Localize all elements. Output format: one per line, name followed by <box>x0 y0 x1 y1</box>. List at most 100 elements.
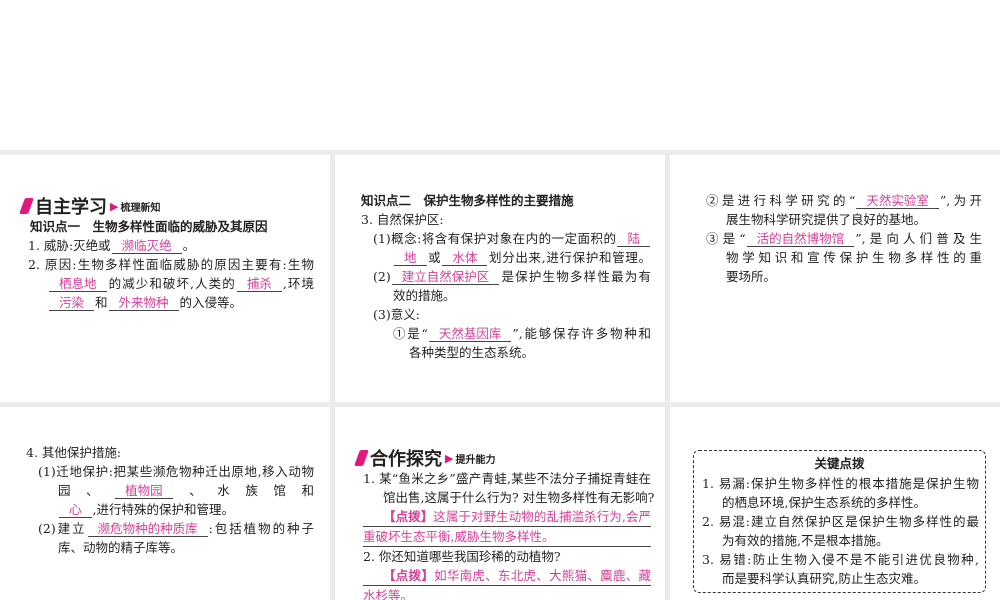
text-segment: ①是“ <box>393 326 428 341</box>
text-segment: ②是进行科学研究的“ <box>706 193 856 208</box>
hint-answer-text: 水杉等。 <box>363 588 414 600</box>
text-segment: 的减少和破坏,人类的 <box>107 276 236 291</box>
section-title: 自主学习 <box>35 197 107 218</box>
text-segment: 和 <box>95 295 108 310</box>
text-line: 3. 自然保护区: <box>361 210 651 229</box>
fill-blank-answer: 污染 <box>49 295 95 311</box>
text-segment: 效的措施。 <box>393 288 456 303</box>
text-line: 4. 其他保护措施: <box>26 443 314 462</box>
fill-blank-answer: 濒临灭绝 <box>111 238 182 254</box>
panel-other-measures: 4. 其他保护措施: (1)迁地保护:把某些濒危物种迁出原地,移入动物园、 植物园、… <box>0 407 330 600</box>
fill-blank-answer: 活的自然博物馆 <box>746 231 855 247</box>
text-line: ②是进行科学研究的“ 天然实验室 ”,为开 <box>706 191 982 210</box>
text-segment: (2)建立 <box>38 521 87 536</box>
text-segment: 或 <box>427 250 442 265</box>
text-line: 地或水体 划分出来,进行保护和管理。 <box>361 248 651 267</box>
panel-cooperative-inquiry: 合作探究 ▶ 提升能力 1. 某“鱼米之乡”盛产青蛙,某些不法分子捕捉青蛙在餐馆… <box>335 407 665 600</box>
text-segment: 划分出来,进行保护和管理。 <box>488 250 651 265</box>
text-line: 的栖息环境,保护生态系统的多样性。 <box>702 493 979 512</box>
text-line: 心 ,进行特殊的保护和管理。 <box>26 500 314 519</box>
text-segment: 物学知识和宣传保护生物多样性的重 <box>726 250 982 265</box>
text-segment: 3. 自然保护区: <box>361 212 444 227</box>
text-line: 栖息地 的减少和破坏,人类的 捕杀 ,环境 <box>28 274 314 293</box>
hint-answer-text: 重破坏生态平衡,威胁生物多样性。 <box>363 529 555 544</box>
text-segment: 2. 原因:生物多样性面临威胁的原因主要有:生物 <box>28 257 314 272</box>
text-line: 3. 易错:防止生物入侵不是不能引进优良物种, <box>702 550 979 569</box>
text-segment: 1. 某“鱼米之乡”盛产青蛙,某些不法分子捕捉青蛙在餐 <box>363 471 651 486</box>
hint-answer-text: 这属于对野生动物的乱捕滥杀行为,会严 <box>433 509 651 524</box>
panel-significance-continued: ②是进行科学研究的“ 天然实验室 ”,为开 展生物科学研究提供了良好的基地。 ③是“ 活的… <box>670 155 1000 402</box>
fill-blank-answer: 外来物种 <box>108 295 179 311</box>
text-line: 各种类型的生态系统。 <box>361 343 651 362</box>
text-segment: 3. 易错:防止生物入侵不是不能引进优良物种, <box>702 552 979 567</box>
section-subtitle: 提升能力 <box>455 454 496 466</box>
text-segment: 各种类型的生态系统。 <box>409 345 535 360</box>
fill-blank-answer: 植物园 <box>115 483 173 499</box>
fill-blank-answer: 心 <box>59 502 92 518</box>
text-line: (2)建立 濒危物种的种质库:包括植物的种子 <box>26 519 314 538</box>
text-line: 为有效的措施,不是根本措施。 <box>702 531 979 550</box>
knowledge-point-title: 知识点二 保护生物多样性的主要措施 <box>361 193 574 208</box>
text-line: 馆出售,这属于什么行为? 对生物多样性有无影响? <box>363 488 655 507</box>
answer-line: 重破坏生态平衡,威胁生物多样性。 <box>363 527 651 547</box>
text-segment: ”,是向人们普及生 <box>855 231 982 246</box>
text-segment: 而是要科学认真研究,防止生态灾难。 <box>722 571 926 586</box>
text-line: 要场所。 <box>706 267 982 286</box>
text-line: 库、动物的精子库等。 <box>26 538 314 557</box>
section-subtitle: 梳理新知 <box>120 202 161 214</box>
text-line: 园、植物园、水族馆和濒危动物繁育中 <box>26 481 314 500</box>
hint-tag: 【点拨】 <box>383 509 434 524</box>
section-title: 合作探究 <box>370 449 442 470</box>
text-segment: 园、 <box>58 483 115 498</box>
key-tips-title: 关键点拨 <box>814 456 865 471</box>
key-tips-box: 关键点拨 1. 易漏:保护生物多样性的根本措施是保护生物的栖息环境,保护生态系统… <box>693 450 986 593</box>
pink-flag-icon <box>19 198 34 214</box>
fill-blank-answer: 栖息地 <box>49 276 107 292</box>
text-segment: ,进行特殊的保护和管理。 <box>92 502 234 517</box>
text-segment: :包括植物的种子 <box>208 521 314 536</box>
fill-blank-answer: 捕杀 <box>236 276 282 292</box>
text-line: 2. 原因:生物多样性面临威胁的原因主要有:生物 <box>28 255 314 274</box>
text-segment: (1)迁地保护:把某些濒危物种迁出原地,移入动物 <box>38 464 314 479</box>
section-header: 自主学习 ▶ 梳理新知 <box>19 195 314 218</box>
fill-blank-answer: 濒危物种的种质库 <box>87 521 208 537</box>
text-segment: 2. 你还知道哪些我国珍稀的动植物? <box>363 549 561 564</box>
answer-line: 水杉等。 <box>363 586 651 600</box>
text-line: 效的措施。 <box>361 286 651 305</box>
text-line: 物学知识和宣传保护生物多样性的重 <box>706 248 982 267</box>
fill-blank-answer: 地 <box>394 250 427 266</box>
panel-knowledge-point-two: 知识点二 保护生物多样性的主要措施 3. 自然保护区: (1)概念:将含有保护对象… <box>335 155 665 402</box>
text-segment: 的栖息环境,保护生态系统的多样性。 <box>722 495 926 510</box>
text-segment: 馆出售,这属于什么行为? 对生物多样性有无影响? <box>383 490 655 505</box>
section-header: 合作探究 ▶ 提升能力 <box>354 447 651 470</box>
text-line: 1. 易漏:保护生物多样性的根本措施是保护生物 <box>702 474 979 493</box>
text-segment: 4. 其他保护措施: <box>26 445 122 460</box>
panel-key-tips: 关键点拨 1. 易漏:保护生物多样性的根本措施是保护生物的栖息环境,保护生态系统… <box>670 407 1000 600</box>
text-line: 2. 易混:建立自然保护区是保护生物多样性的最 <box>702 512 979 531</box>
text-segment: 2. 易混:建立自然保护区是保护生物多样性的最 <box>702 514 979 529</box>
text-line: 污染和外来物种 的入侵等。 <box>28 293 314 312</box>
text-segment: ”,为开 <box>939 193 982 208</box>
text-line: 而是要科学认真研究,防止生态灾难。 <box>702 569 979 588</box>
text-line: 展生物科学研究提供了良好的基地。 <box>706 210 982 229</box>
text-segment: ③是“ <box>706 231 746 246</box>
text-line: ①是“ 天然基因库 ”,能够保存许多物种和 <box>361 324 651 343</box>
pink-flag-icon <box>354 450 369 466</box>
text-line: (3)意义: <box>361 305 651 324</box>
fill-blank-answer: 水体 <box>442 250 488 266</box>
text-segment: ”,能够保存许多物种和 <box>512 326 651 341</box>
text-segment: 、水族馆和 <box>173 483 314 498</box>
knowledge-point-title: 知识点一 生物多样性面临的威胁及其原因 <box>30 219 268 234</box>
answer-line: 【点拨】如华南虎、东北虎、大熊猫、麋鹿、藏羚羊、 <box>363 566 651 586</box>
text-line: 2. 你还知道哪些我国珍稀的动植物? <box>363 547 651 566</box>
double-chevron-right-icon: ▶ <box>110 199 119 213</box>
text-segment: (3)意义: <box>373 307 420 322</box>
text-segment: 的入侵等。 <box>179 295 243 310</box>
double-chevron-right-icon: ▶ <box>445 451 454 465</box>
text-segment: 要场所。 <box>726 269 777 284</box>
answer-line: 【点拨】这属于对野生动物的乱捕滥杀行为,会严 <box>363 507 651 527</box>
text-segment: 为有效的措施,不是根本措施。 <box>722 533 889 548</box>
fill-blank-answer: 天然基因库 <box>428 326 512 342</box>
text-segment: 1. 威胁:灭绝或 <box>28 238 111 253</box>
text-line: (1)迁地保护:把某些濒危物种迁出原地,移入动物 <box>26 462 314 481</box>
